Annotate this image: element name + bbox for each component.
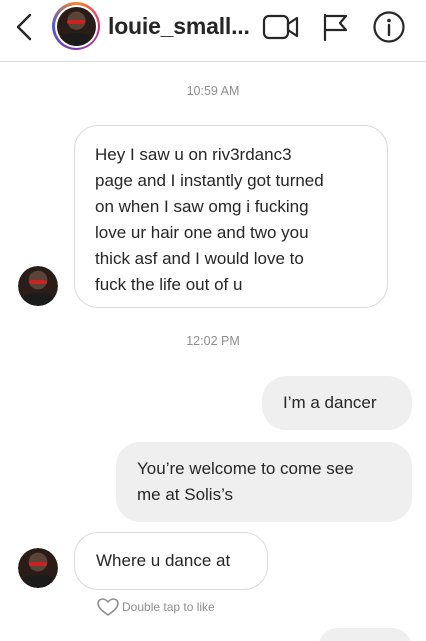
message-text: I’m a dancer — [283, 393, 377, 412]
profile-avatar[interactable] — [52, 2, 100, 50]
chevron-left-icon[interactable] — [10, 10, 40, 44]
double-tap-label: Double tap to like — [122, 600, 215, 614]
message-text-line: fuck the life out of u — [95, 275, 243, 294]
heart-icon[interactable] — [96, 597, 120, 617]
info-icon[interactable] — [372, 10, 406, 44]
chat-username[interactable]: louie_small... — [108, 13, 250, 40]
message-timestamp: 12:02 PM — [186, 334, 240, 348]
message-text-line: me at Solis’s — [137, 485, 234, 504]
incoming-message[interactable]: Where u dance at — [74, 532, 268, 590]
message-text-line: You’re welcome to come see — [137, 459, 354, 478]
outgoing-message[interactable]: I’m a dancer — [262, 376, 412, 430]
message-timestamp: 10:59 AM — [186, 84, 240, 98]
sender-avatar[interactable] — [18, 548, 58, 588]
message-text-line: thick asf and I would love to — [95, 249, 304, 268]
video-camera-icon[interactable] — [262, 12, 300, 42]
message-text-line: page and I instantly got turned — [95, 171, 324, 190]
flag-icon[interactable] — [320, 12, 350, 42]
double-tap-like-hint[interactable]: Double tap to like — [96, 597, 215, 617]
message-text-line: love ur hair one and two you — [95, 223, 309, 242]
message-text-line: Hey I saw u on riv3rdanc3 — [95, 145, 292, 164]
outgoing-message-partial[interactable] — [318, 628, 412, 641]
outgoing-message[interactable]: You’re welcome to come see me at Solis’s — [116, 442, 412, 522]
message-text-line: on when I saw omg i fucking — [95, 197, 309, 216]
incoming-message[interactable]: Hey I saw u on riv3rdanc3 page and I ins… — [74, 125, 388, 308]
message-text: Where u dance at — [96, 551, 231, 570]
chat-header: louie_small... — [0, 0, 426, 62]
sender-avatar[interactable] — [18, 266, 58, 306]
